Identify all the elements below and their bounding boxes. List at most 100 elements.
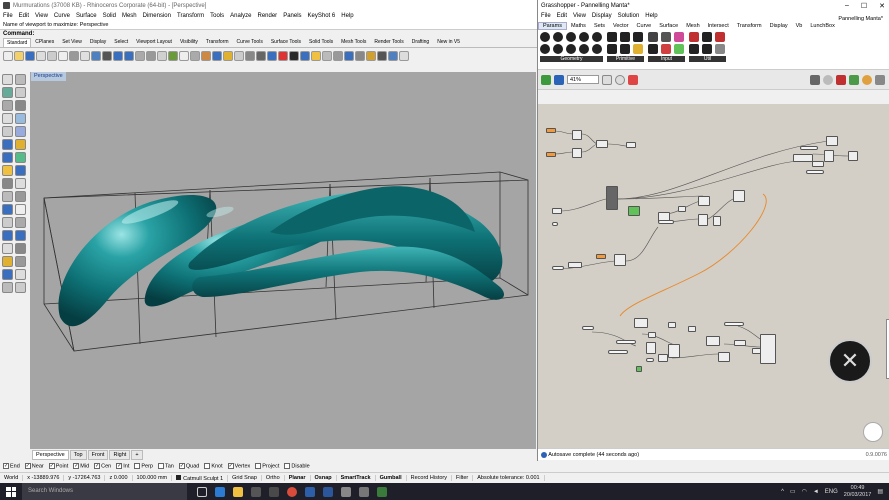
toolbar-tab-standard[interactable]: Standard xyxy=(3,38,32,47)
toolbar-tool-37-icon[interactable] xyxy=(399,51,409,61)
toolbar-tab-cplanes[interactable]: CPlanes xyxy=(31,37,58,47)
gh-component-43[interactable] xyxy=(760,334,776,364)
rhino-menu-view[interactable]: View xyxy=(32,13,51,19)
maximize-icon[interactable]: ☐ xyxy=(861,2,867,10)
edge-browser-icon[interactable] xyxy=(215,486,225,497)
osnap-quad[interactable]: ✓ Quad xyxy=(178,463,199,470)
osnap-tan-checkbox[interactable] xyxy=(157,463,164,470)
gh-component-37[interactable] xyxy=(668,344,680,358)
rhino-menu-curve[interactable]: Curve xyxy=(51,13,73,19)
wifi-icon[interactable]: ◠ xyxy=(802,488,807,495)
minimize-icon[interactable]: – xyxy=(845,2,849,10)
toolbar-tool-18-icon[interactable] xyxy=(190,51,200,61)
toolbar-tool-3-icon[interactable] xyxy=(25,51,35,61)
osnap-perp[interactable]: Perp xyxy=(134,463,153,470)
gh-tab-mesh[interactable]: Mesh xyxy=(682,23,703,29)
gh-component-34[interactable] xyxy=(616,340,636,344)
gh-component-14[interactable] xyxy=(606,186,618,210)
osnap-mid[interactable]: ✓ Mid xyxy=(73,463,89,470)
gh-component-4[interactable] xyxy=(572,148,582,158)
gh-geometry-component-2-icon[interactable] xyxy=(553,32,563,42)
gh-component-29[interactable] xyxy=(634,318,648,328)
gh-menu-solution[interactable]: Solution xyxy=(615,13,643,19)
rhino-menu-dimension[interactable]: Dimension xyxy=(140,13,174,19)
toolbar-tab-new-in-v5[interactable]: New in V5 xyxy=(433,37,464,47)
document-preview-icon[interactable] xyxy=(875,74,885,85)
left-tool-7-icon[interactable] xyxy=(2,113,13,124)
left-tool-9-icon[interactable] xyxy=(2,126,13,137)
gh-util-component-3-icon[interactable] xyxy=(715,32,725,42)
viewport-title-perspective[interactable]: Perspective xyxy=(31,72,66,81)
osnap-knot[interactable]: Knot xyxy=(204,463,223,470)
toolbar-tool-16-icon[interactable] xyxy=(168,51,178,61)
left-tool-20-icon[interactable] xyxy=(15,191,26,202)
toolbar-tool-21-icon[interactable] xyxy=(223,51,233,61)
volume-icon[interactable]: ◄ xyxy=(813,489,819,495)
gh-component-33[interactable] xyxy=(582,326,594,330)
gh-component-1[interactable] xyxy=(546,128,556,133)
osnap-near-checkbox[interactable]: ✓ xyxy=(24,463,31,470)
gh-util-component-1-icon[interactable] xyxy=(689,32,699,42)
left-tool-12-icon[interactable] xyxy=(15,139,26,150)
toolbar-tool-29-icon[interactable] xyxy=(311,51,321,61)
left-tool-4-icon[interactable] xyxy=(15,87,26,98)
gh-geometry-component-4-icon[interactable] xyxy=(579,32,589,42)
gh-menu-display[interactable]: Display xyxy=(589,13,615,19)
osnap-tan[interactable]: Tan xyxy=(157,463,174,470)
toolbar-tab-surface-tools[interactable]: Surface Tools xyxy=(267,37,305,47)
gh-component-22[interactable] xyxy=(658,220,674,224)
sketch-pen-icon[interactable] xyxy=(628,74,638,85)
preview-off-icon[interactable] xyxy=(823,74,833,85)
battery-icon[interactable]: ▭ xyxy=(790,488,796,495)
taskbar-search[interactable]: Search Windows xyxy=(22,483,187,500)
toolbar-tool-7-icon[interactable] xyxy=(69,51,79,61)
gh-tab-vector[interactable]: Vector xyxy=(609,23,633,29)
status-gumball[interactable]: Gumball xyxy=(376,475,407,481)
left-tool-5-icon[interactable] xyxy=(2,100,13,111)
left-tool-30-icon[interactable] xyxy=(15,256,26,267)
gh-component-21[interactable] xyxy=(698,196,710,206)
rhino-taskbar-icon[interactable] xyxy=(341,486,351,497)
toolbar-tab-set-view[interactable]: Set View xyxy=(58,37,86,47)
gh-tab-vb[interactable]: Vb xyxy=(792,23,807,29)
gh-menu-file[interactable]: File xyxy=(538,13,554,19)
windows-start-icon[interactable] xyxy=(6,486,16,497)
toolbar-tool-10-icon[interactable] xyxy=(102,51,112,61)
status-record-history[interactable]: Record History xyxy=(407,475,452,481)
left-tool-24-icon[interactable] xyxy=(15,217,26,228)
preview-shaded-icon[interactable] xyxy=(836,74,846,85)
osnap-point[interactable]: ✓ Point xyxy=(48,463,68,470)
gh-input-component-5-icon[interactable] xyxy=(661,44,671,54)
gh-component-9[interactable] xyxy=(806,170,824,174)
toolbar-tool-36-icon[interactable] xyxy=(388,51,398,61)
left-tool-34-icon[interactable] xyxy=(15,282,26,293)
gh-component-41[interactable] xyxy=(724,322,744,326)
left-tool-10-icon[interactable] xyxy=(15,126,26,137)
toolbar-tool-27-icon[interactable] xyxy=(289,51,299,61)
toolbar-tab-curve-tools[interactable]: Curve Tools xyxy=(233,37,267,47)
gh-tab-surface[interactable]: Surface xyxy=(655,23,682,29)
gh-geometry-component-7-icon[interactable] xyxy=(553,44,563,54)
app-icon-1[interactable] xyxy=(269,486,279,497)
app-icon-2[interactable] xyxy=(377,486,387,497)
tray-up-chevron-icon[interactable]: ^ xyxy=(781,489,784,495)
gh-component-6[interactable] xyxy=(626,142,636,148)
gh-component-5[interactable] xyxy=(596,140,608,148)
taskbar-clock[interactable]: 00:49 20/03/2017 xyxy=(844,485,872,499)
left-tool-27-icon[interactable] xyxy=(2,243,13,254)
gh-component-23[interactable] xyxy=(733,190,745,202)
gh-component-7[interactable] xyxy=(793,154,813,162)
gh-component-15[interactable] xyxy=(628,206,640,216)
osnap-knot-checkbox[interactable] xyxy=(204,463,211,470)
toolbar-tool-31-icon[interactable] xyxy=(333,51,343,61)
gh-tab-lunchbox[interactable]: LunchBox xyxy=(806,23,838,29)
rhino-menu-tools[interactable]: Tools xyxy=(207,13,227,19)
toolbar-tool-6-icon[interactable] xyxy=(58,51,68,61)
toolbar-tool-4-icon[interactable] xyxy=(36,51,46,61)
add-view-tab-button[interactable]: + xyxy=(131,449,143,460)
gh-input-component-6-icon[interactable] xyxy=(674,44,684,54)
osnap-near[interactable]: ✓ Near xyxy=(24,463,44,470)
left-tool-23-icon[interactable] xyxy=(2,217,13,228)
gh-primitive-component-6-icon[interactable] xyxy=(633,44,643,54)
gh-tab-params[interactable]: Params xyxy=(538,21,567,30)
